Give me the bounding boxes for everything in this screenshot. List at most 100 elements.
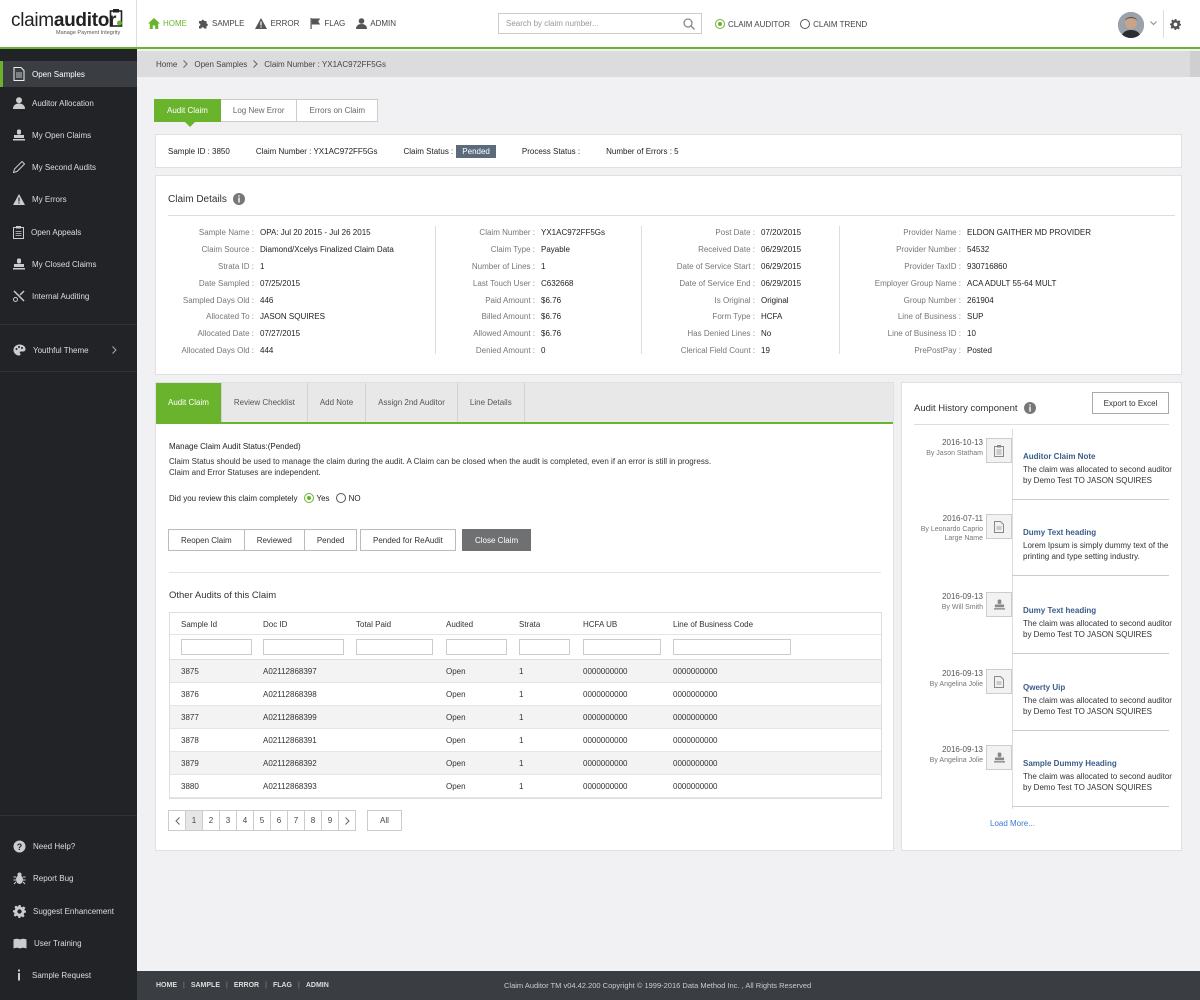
claim-auditor-radio[interactable]: CLAIM AUDITOR [715, 19, 790, 29]
detail-value: ACA ADULT 55-64 MULT [967, 278, 1057, 288]
tab-line-details[interactable]: Line Details [458, 383, 525, 422]
tab-review-checklist[interactable]: Review Checklist [222, 383, 308, 422]
footer-link[interactable]: ADMIN [306, 982, 329, 989]
filter-lob-code-input[interactable] [673, 639, 791, 655]
column-header[interactable]: Line of Business Code [673, 620, 753, 629]
footer-link[interactable]: SAMPLE [191, 982, 220, 989]
history-title[interactable]: Dumy Text heading [1023, 606, 1096, 615]
sidebar-item-report-bug[interactable]: Report Bug [0, 865, 137, 891]
table-cell: 3879 [181, 759, 199, 768]
sidebar-item-my-closed-claims[interactable]: My Closed Claims [0, 251, 137, 277]
column-header[interactable]: Audited [446, 620, 473, 629]
footer-link[interactable]: FLAG [273, 982, 292, 989]
pagination: 123456789 [168, 810, 356, 831]
column-header[interactable]: Total Paid [356, 620, 391, 629]
sidebar-item-my-second-audits[interactable]: My Second Audits [0, 154, 137, 180]
sidebar-item-suggest-enhancement[interactable]: Suggest Enhancement [0, 898, 137, 924]
sidebar-item-my-open-claims[interactable]: My Open Claims [0, 122, 137, 148]
reopen-claim-button[interactable]: Reopen Claim [168, 529, 245, 551]
scrollbar[interactable] [1190, 51, 1200, 77]
nav-flag[interactable]: FLAG [310, 18, 345, 29]
sidebar-item-open-appeals[interactable]: Open Appeals [0, 219, 137, 245]
column-header[interactable]: HCFA UB [583, 620, 617, 629]
table-cell: Open [446, 759, 466, 768]
page-button[interactable]: 3 [219, 810, 237, 831]
page-button[interactable]: 1 [185, 810, 203, 831]
sidebar-item-my-errors[interactable]: My Errors [0, 186, 137, 212]
page-button[interactable]: 9 [321, 810, 339, 831]
search-input[interactable] [499, 14, 669, 33]
breadcrumb-home[interactable]: Home [156, 60, 177, 69]
table-row[interactable]: 3879 A02112868392 Open 1 0000000000 000000000… [170, 752, 881, 775]
next-page-button[interactable] [338, 810, 356, 831]
table-row[interactable]: 3877 A02112868399 Open 1 0000000000 000000000… [170, 706, 881, 729]
sidebar-item-user-training[interactable]: User Training [0, 930, 137, 956]
prev-page-button[interactable] [168, 810, 186, 831]
tab-audit-claim-panel[interactable]: Audit Claim [156, 383, 222, 422]
history-title[interactable]: Auditor Claim Note [1023, 452, 1095, 461]
info-icon[interactable] [227, 193, 245, 205]
nav-sample[interactable]: SAMPLE [198, 18, 244, 29]
history-title[interactable]: Dumy Text heading [1023, 528, 1096, 537]
sidebar-item-internal-auditing[interactable]: Internal Auditing [0, 283, 137, 309]
table-row[interactable]: 3876 A02112868398 Open 1 0000000000 000000000… [170, 683, 881, 706]
sidebar-item-sample-request[interactable]: Sample Request [0, 962, 137, 988]
filter-sample-id-input[interactable] [181, 639, 252, 655]
tab-log-new-error[interactable]: Log New Error [219, 99, 298, 122]
radio-selected-icon [715, 19, 725, 29]
filter-total-paid-input[interactable] [356, 639, 433, 655]
page-button[interactable]: 4 [236, 810, 254, 831]
filter-doc-id-input[interactable] [263, 639, 344, 655]
history-date: 2016-09-13 [942, 745, 983, 754]
chevron-right-icon [112, 346, 124, 354]
footer-link[interactable]: HOME [156, 982, 177, 989]
tab-add-note[interactable]: Add Note [308, 383, 367, 422]
filter-audited-input[interactable] [446, 639, 507, 655]
pended-for-reaudit-button[interactable]: Pended for ReAudit [360, 529, 456, 551]
sidebar-item-auditor-allocation[interactable]: Auditor Allocation [0, 90, 137, 116]
page-button[interactable]: 7 [287, 810, 305, 831]
tab-audit-claim[interactable]: Audit Claim [154, 99, 221, 127]
sidebar-item-youthful-theme[interactable]: Youthful Theme [0, 337, 137, 363]
table-row[interactable]: 3880 A02112868393 Open 1 0000000000 000000000… [170, 775, 881, 798]
nav-admin[interactable]: ADMIN [356, 18, 396, 29]
pended-button[interactable]: Pended [303, 529, 358, 551]
filter-hcfa-ub-input[interactable] [583, 639, 661, 655]
avatar[interactable] [1118, 12, 1144, 38]
sidebar-item-open-samples[interactable]: Open Samples [0, 61, 137, 87]
table-row[interactable]: 3878 A02112868391 Open 1 0000000000 000000000… [170, 729, 881, 752]
gear-icon[interactable] [1170, 19, 1181, 30]
info-icon [13, 969, 32, 981]
page-all-button[interactable]: All [367, 810, 402, 831]
load-more-link[interactable]: Load More... [990, 819, 1035, 828]
export-to-excel-button[interactable]: Export to Excel [1092, 392, 1169, 414]
history-author: By Angelina Jolie [929, 681, 983, 688]
yes-radio[interactable] [303, 493, 314, 503]
nav-error[interactable]: ERROR [255, 18, 299, 29]
info-icon[interactable] [1018, 402, 1036, 414]
logo[interactable]: claimauditor Manage Payment Integrity [0, 0, 137, 47]
history-title[interactable]: Qwerty Uip [1023, 683, 1065, 692]
sidebar-item-need-help[interactable]: ? Need Help? [0, 833, 137, 859]
page-button[interactable]: 5 [253, 810, 271, 831]
column-header[interactable]: Strata [519, 620, 540, 629]
filter-strata-input[interactable] [519, 639, 570, 655]
table-row[interactable]: 3875 A02112868397 Open 1 0000000000 000000000… [170, 660, 881, 683]
close-claim-button[interactable]: Close Claim [462, 529, 532, 551]
breadcrumb-open-samples[interactable]: Open Samples [194, 60, 247, 69]
column-header[interactable]: Doc ID [263, 620, 287, 629]
page-button[interactable]: 2 [202, 810, 220, 831]
no-radio[interactable] [335, 493, 346, 503]
chevron-down-icon[interactable] [1150, 21, 1157, 26]
page-button[interactable]: 6 [270, 810, 288, 831]
search-icon[interactable] [683, 18, 695, 30]
page-button[interactable]: 8 [304, 810, 322, 831]
nav-home[interactable]: HOME [148, 18, 187, 29]
footer-link[interactable]: ERROR [234, 982, 259, 989]
column-header[interactable]: Sample Id [181, 620, 217, 629]
tab-errors-on-claim[interactable]: Errors on Claim [296, 99, 379, 122]
claim-trend-radio[interactable]: CLAIM TREND [800, 19, 867, 29]
reviewed-button[interactable]: Reviewed [243, 529, 305, 551]
history-title[interactable]: Sample Dummy Heading [1023, 759, 1117, 768]
tab-assign-2nd-auditor[interactable]: Assign 2nd Auditor [366, 383, 458, 422]
